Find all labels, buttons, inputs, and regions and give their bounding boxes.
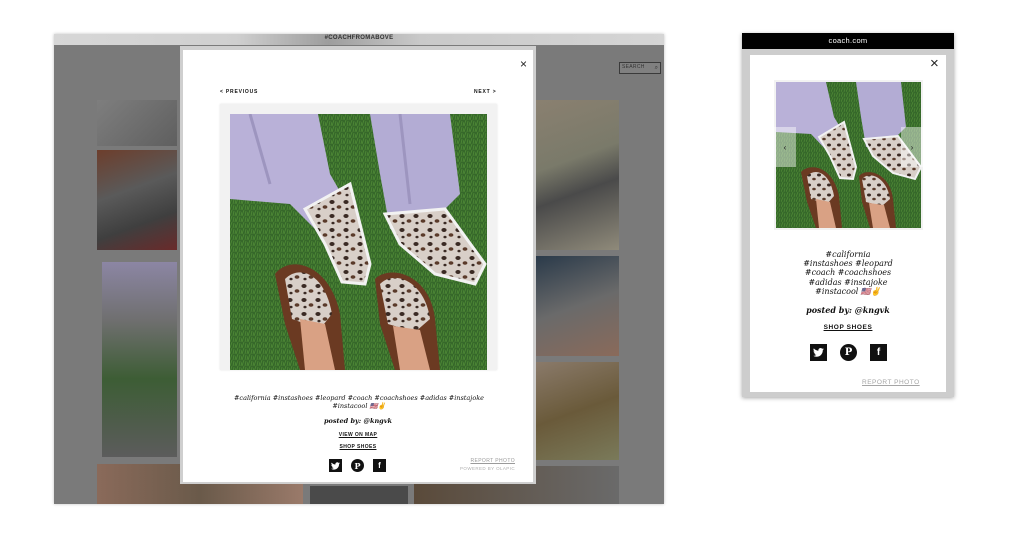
mobile-photo-frame: ‹ › [774,80,923,230]
facebook-icon[interactable]: f [870,344,887,361]
pinterest-icon[interactable]: P [351,459,364,472]
photo-modal: × < PREVIOUS NEXT > #california #instash… [180,46,536,484]
gallery-tile[interactable] [536,100,619,250]
close-icon[interactable]: × [930,56,939,71]
search-label: SEARCH [622,64,645,70]
main-photo[interactable] [230,114,487,370]
mobile-shop-shoes-link[interactable]: SHOP SHOES [750,324,946,331]
photo-hashtags: #california #instashoes #leopard #coach … [233,394,485,410]
close-icon[interactable]: × [520,58,527,70]
hashtag-line: #instashoes #leopard [803,259,893,269]
mobile-photo[interactable] [776,82,921,228]
hashtag-line: #instacool 🇺🇸✌ [815,286,881,296]
gallery-tile[interactable] [536,256,619,356]
hashtag-line: #coach #coachshoes [804,268,892,278]
search-input[interactable]: SEARCH ⌕ [619,62,661,74]
report-photo-link[interactable]: REPORT PHOTO [443,458,515,464]
page-title: #COACHFROMABOVE [324,35,394,41]
social-share: P f [329,459,386,472]
mobile-photo-panel: × ‹ › #california #instashoes #leopard #… [750,55,946,392]
photo-frame [220,104,497,370]
twitter-icon[interactable] [810,344,827,361]
shop-shoes-link[interactable]: SHOP SHOES [183,444,533,450]
hashtag-line: #adidas #instajoke [808,277,888,287]
twitter-icon[interactable] [329,459,342,472]
gallery-tile[interactable] [536,362,619,460]
hashtag-line: #california [825,250,871,259]
mobile-next-arrow[interactable]: › [901,127,923,167]
view-on-map-link[interactable]: VIEW ON MAP [183,432,533,438]
powered-by-label: POWERED BY OLAPIC [460,466,515,471]
mobile-previous-arrow[interactable]: ‹ [774,127,796,167]
mobile-hashtags: #california #instashoes #leopard #coach … [750,250,946,296]
search-icon[interactable]: ⌕ [655,64,658,72]
posted-by: posted by: @kngvk [323,417,393,425]
mobile-social-share: P f [810,344,887,361]
previous-button[interactable]: < PREVIOUS [220,89,258,95]
mobile-posted-by: posted by: @kngvk [806,305,890,315]
desktop-browser-mock: #COACHFROMABOVE SEARCH ⌕ × < PREVIOUS NE… [54,34,664,504]
pinterest-icon[interactable]: P [840,344,857,361]
photo-modal-content: × < PREVIOUS NEXT > #california #instash… [183,50,533,482]
gallery-tile[interactable] [97,150,177,250]
gallery-tile[interactable] [97,100,177,146]
mobile-report-photo-link[interactable]: REPORT PHOTO [862,379,920,386]
gallery-tile[interactable] [102,262,177,457]
mobile-browser-mock: coach.com × ‹ › #california #instashoes … [742,33,954,397]
gallery-tile[interactable] [310,486,408,504]
next-button[interactable]: NEXT > [474,89,496,95]
facebook-icon[interactable]: f [373,459,386,472]
page-header-bar: #COACHFROMABOVE [54,34,664,45]
mobile-url-bar: coach.com [742,33,954,49]
